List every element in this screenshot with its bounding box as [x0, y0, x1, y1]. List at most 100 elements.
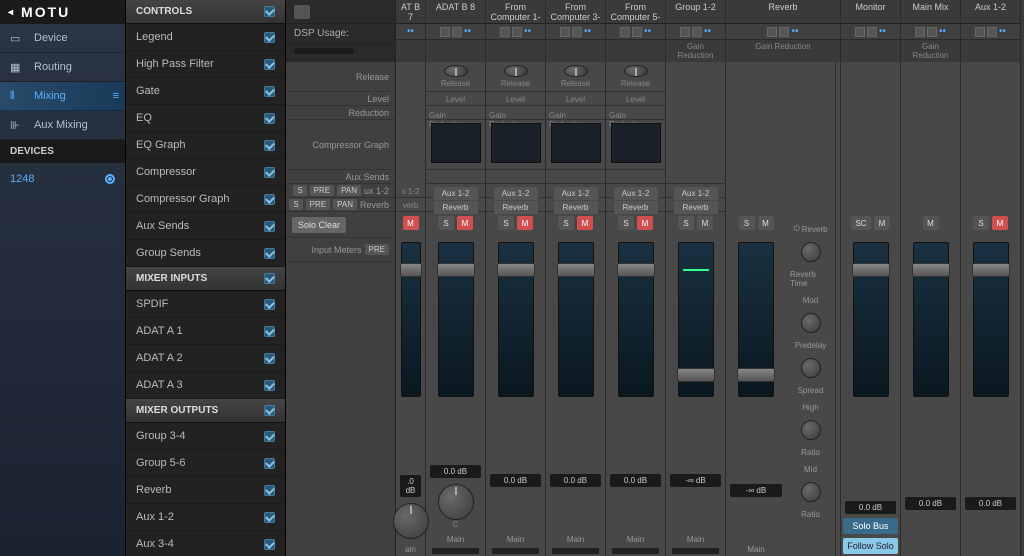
- checkbox-icon[interactable]: [264, 353, 275, 364]
- checkbox-icon[interactable]: [264, 539, 275, 550]
- sc-button[interactable]: SC: [851, 216, 871, 230]
- device-1248[interactable]: 1248: [0, 163, 125, 195]
- output-item[interactable]: Aux 3-4: [126, 531, 285, 556]
- mute-button[interactable]: M: [577, 216, 593, 230]
- fader-track[interactable]: [738, 242, 774, 397]
- checkbox-icon[interactable]: [264, 248, 275, 259]
- config-icon[interactable]: [855, 27, 865, 37]
- checkbox-icon[interactable]: [264, 512, 275, 523]
- checkbox-icon[interactable]: [264, 140, 275, 151]
- nav-mixing[interactable]: ⫴ Mixing ≡: [0, 82, 125, 111]
- checkbox-icon[interactable]: [264, 485, 275, 496]
- checkbox-icon[interactable]: [264, 194, 275, 205]
- dots-icon[interactable]: ••: [464, 26, 471, 37]
- checkbox-icon[interactable]: [264, 458, 275, 469]
- checkbox-icon[interactable]: [264, 32, 275, 43]
- checkbox-icon[interactable]: [264, 380, 275, 391]
- config-icon[interactable]: [680, 27, 690, 37]
- fader-handle[interactable]: [912, 263, 950, 277]
- pan-button[interactable]: PAN: [333, 199, 357, 210]
- reverb-time-knob[interactable]: [801, 242, 821, 262]
- control-item[interactable]: Compressor: [126, 159, 285, 186]
- dots-icon[interactable]: ••: [407, 26, 414, 37]
- checkbox-icon[interactable]: [264, 59, 275, 70]
- mute-button[interactable]: M: [637, 216, 653, 230]
- mute-button[interactable]: M: [697, 216, 713, 230]
- checkbox-icon[interactable]: [264, 299, 275, 310]
- release-knob[interactable]: [444, 65, 468, 77]
- checkbox-icon[interactable]: [264, 221, 275, 232]
- checkbox-icon[interactable]: [264, 167, 275, 178]
- config-icon[interactable]: [779, 27, 789, 37]
- control-item[interactable]: Group Sends: [126, 240, 285, 267]
- fader-handle[interactable]: [400, 263, 422, 277]
- fader-handle[interactable]: [972, 263, 1010, 277]
- pre-button[interactable]: PRE: [306, 199, 330, 210]
- fader-handle[interactable]: [677, 368, 715, 382]
- fader-handle[interactable]: [852, 263, 890, 277]
- fader-track[interactable]: [913, 242, 949, 397]
- config-icon[interactable]: [867, 27, 877, 37]
- fader-track[interactable]: [498, 242, 534, 397]
- config-icon[interactable]: [452, 27, 462, 37]
- control-item[interactable]: Aux Sends: [126, 213, 285, 240]
- release-knob[interactable]: [624, 65, 648, 77]
- fader-track[interactable]: [401, 242, 421, 397]
- config-icon[interactable]: [620, 27, 630, 37]
- solo-button[interactable]: S: [739, 216, 755, 230]
- dots-icon[interactable]: ••: [791, 26, 798, 37]
- checkbox-icon[interactable]: [264, 113, 275, 124]
- high-ratio-knob[interactable]: [801, 420, 821, 440]
- dots-icon[interactable]: ••: [939, 26, 946, 37]
- fader-track[interactable]: [853, 242, 889, 397]
- fader-handle[interactable]: [617, 263, 655, 277]
- mute-button[interactable]: M: [874, 216, 890, 230]
- output-item[interactable]: Aux 1-2: [126, 504, 285, 531]
- pan-knob[interactable]: [438, 484, 474, 520]
- compressor-graph[interactable]: [431, 123, 481, 163]
- solo-button[interactable]: S: [438, 216, 454, 230]
- solo-button[interactable]: S: [498, 216, 514, 230]
- pan-button[interactable]: PAN: [337, 185, 361, 196]
- fader-handle[interactable]: [437, 263, 475, 277]
- checkbox-icon[interactable]: [264, 326, 275, 337]
- mute-button[interactable]: M: [923, 216, 939, 230]
- solo-clear-button[interactable]: Solo Clear: [292, 217, 346, 233]
- mute-button[interactable]: M: [457, 216, 473, 230]
- fader-track[interactable]: [973, 242, 1009, 397]
- input-item[interactable]: ADAT A 1: [126, 318, 285, 345]
- control-item[interactable]: Gate: [126, 78, 285, 105]
- input-item[interactable]: SPDIF: [126, 291, 285, 318]
- config-icon[interactable]: [500, 27, 510, 37]
- fader-track[interactable]: [618, 242, 654, 397]
- dots-icon[interactable]: ••: [999, 26, 1006, 37]
- checkbox-icon[interactable]: [264, 405, 275, 416]
- fader-track[interactable]: [678, 242, 714, 397]
- dots-icon[interactable]: ••: [704, 26, 711, 37]
- mute-button[interactable]: M: [403, 216, 419, 230]
- fader-handle[interactable]: [737, 368, 775, 382]
- output-item[interactable]: Group 3-4: [126, 423, 285, 450]
- fader-track[interactable]: [438, 242, 474, 397]
- checkbox-icon[interactable]: [264, 273, 275, 284]
- fader-track[interactable]: [558, 242, 594, 397]
- s-button[interactable]: S: [289, 199, 302, 210]
- config-icon[interactable]: [512, 27, 522, 37]
- config-icon[interactable]: [572, 27, 582, 37]
- follow-solo-button[interactable]: Follow Solo: [843, 538, 898, 554]
- predelay-knob[interactable]: [801, 313, 821, 333]
- control-item[interactable]: EQ Graph: [126, 132, 285, 159]
- config-icon[interactable]: [987, 27, 997, 37]
- solo-button[interactable]: S: [618, 216, 634, 230]
- compressor-graph[interactable]: [551, 123, 601, 163]
- dots-icon[interactable]: ••: [524, 26, 531, 37]
- power-icon[interactable]: ⏻: [793, 224, 799, 234]
- release-knob[interactable]: [564, 65, 588, 77]
- output-item[interactable]: Reverb: [126, 477, 285, 504]
- solo-button[interactable]: S: [973, 216, 989, 230]
- input-item[interactable]: ADAT A 3: [126, 372, 285, 399]
- nav-aux-mixing[interactable]: ⊪ Aux Mixing: [0, 111, 125, 140]
- checkbox-icon[interactable]: [264, 6, 275, 17]
- dots-icon[interactable]: ••: [584, 26, 591, 37]
- release-knob[interactable]: [504, 65, 528, 77]
